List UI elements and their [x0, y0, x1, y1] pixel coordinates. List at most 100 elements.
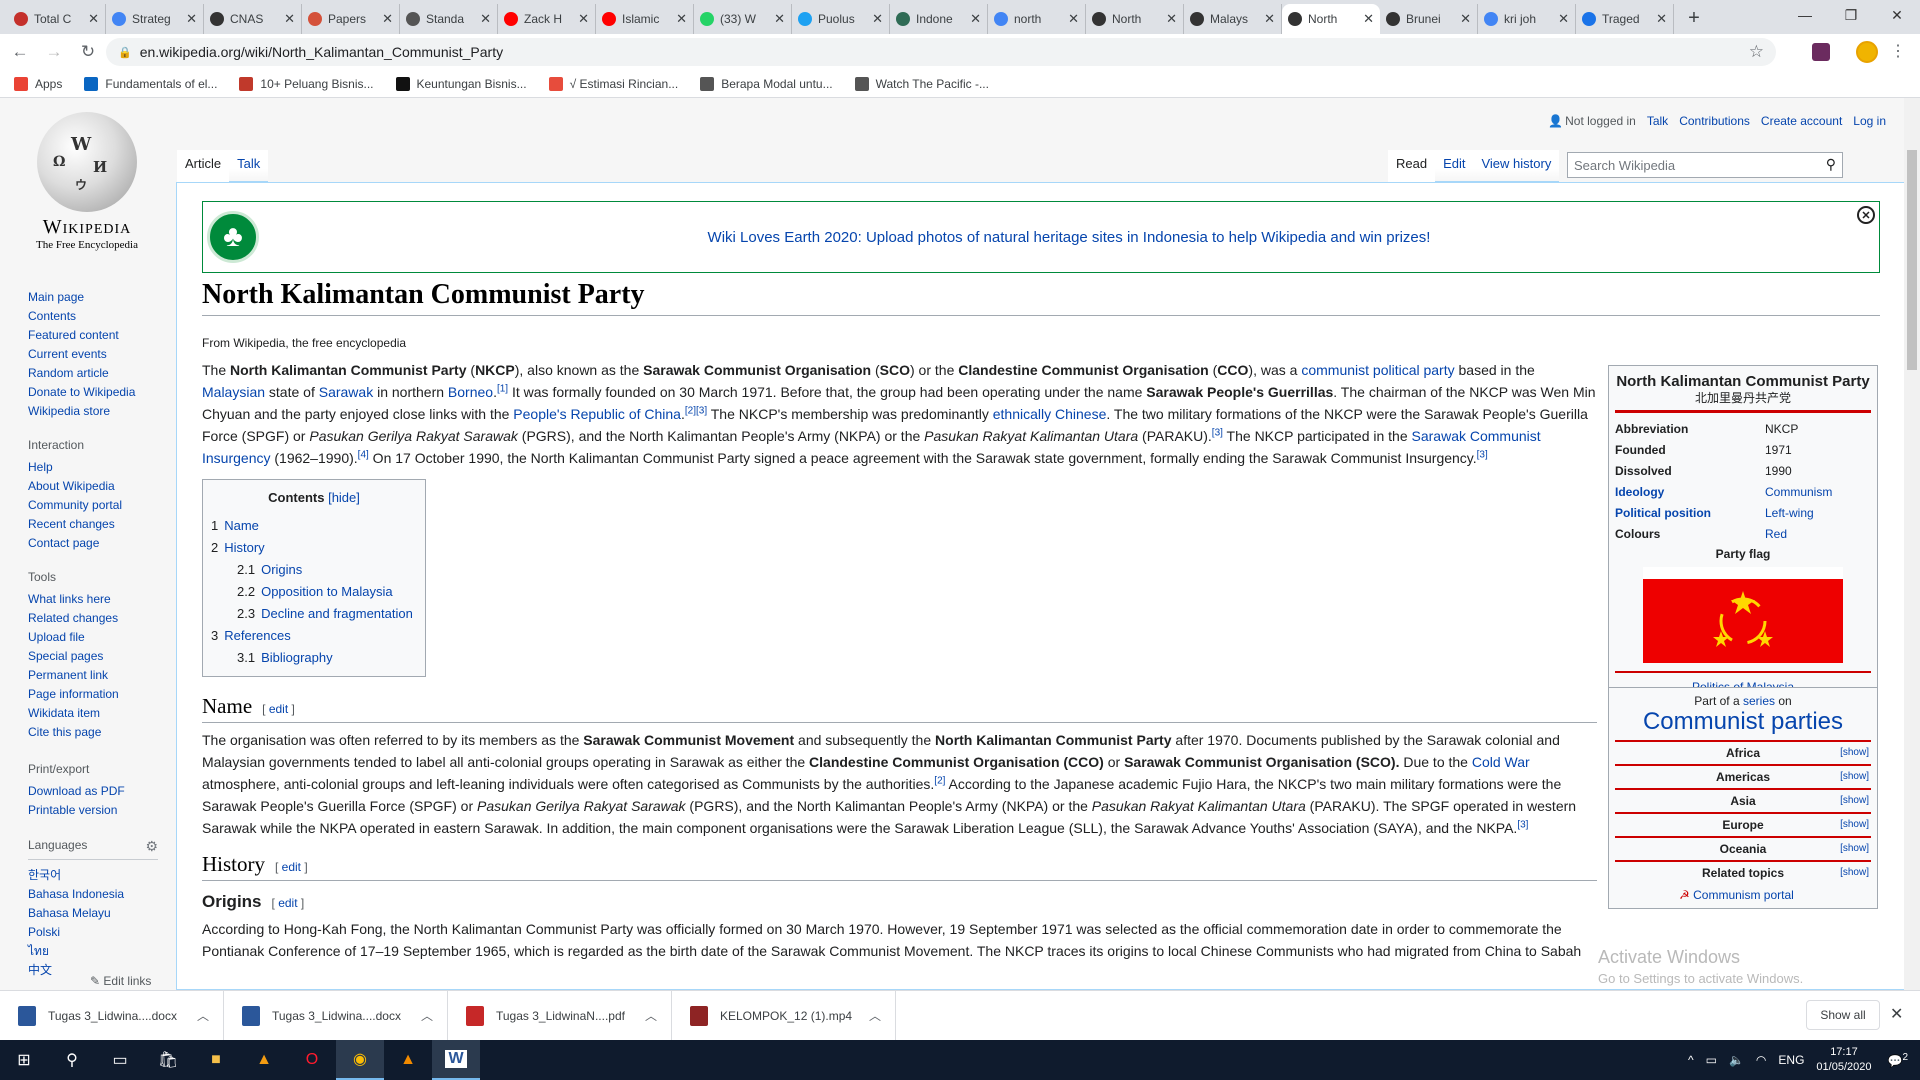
- chevron-up-icon[interactable]: ︿: [869, 1007, 881, 1024]
- tab-close-icon[interactable]: ✕: [774, 11, 785, 27]
- chevron-up-icon[interactable]: ︿: [645, 1007, 657, 1024]
- volume-icon[interactable]: 🔈: [1729, 1053, 1744, 1067]
- browser-tab[interactable]: Brunei ✕: [1380, 4, 1478, 34]
- languages-link[interactable]: Bahasa Indonesia: [28, 885, 178, 904]
- edit-section-origins[interactable]: edit: [278, 896, 297, 910]
- download-item[interactable]: Tugas 3_Lidwina....docx ︿: [0, 990, 224, 1041]
- toc-item[interactable]: 2.1 Origins: [211, 559, 417, 581]
- tab-close-icon[interactable]: ✕: [970, 11, 981, 27]
- close-icon[interactable]: ✕: [1857, 206, 1875, 224]
- wifi-icon[interactable]: ◠: [1756, 1053, 1766, 1067]
- bookmark-item[interactable]: Berapa Modal untu...: [700, 76, 833, 91]
- tab-history[interactable]: View history: [1473, 150, 1560, 182]
- languages-link[interactable]: Polski: [28, 923, 178, 942]
- tab-talk[interactable]: Talk: [229, 150, 269, 182]
- back-button[interactable]: ←: [6, 38, 34, 66]
- nav-link[interactable]: Contents: [28, 307, 178, 326]
- browser-tab[interactable]: CNAS ✕: [204, 4, 302, 34]
- series-link[interactable]: series: [1743, 694, 1775, 708]
- browser-tab[interactable]: Malays ✕: [1184, 4, 1282, 34]
- browser-tab[interactable]: Indone ✕: [890, 4, 988, 34]
- infobox-key[interactable]: Ideology: [1615, 482, 1765, 503]
- tab-close-icon[interactable]: ✕: [284, 11, 295, 27]
- toc-item[interactable]: 1 Name: [211, 515, 417, 537]
- download-item[interactable]: KELOMPOK_12 (1).mp4 ︿: [672, 990, 896, 1041]
- tab-close-icon[interactable]: ✕: [1363, 11, 1374, 27]
- tab-close-icon[interactable]: ✕: [382, 11, 393, 27]
- gear-icon[interactable]: ⚙: [145, 838, 158, 855]
- infobox-value[interactable]: Communism: [1765, 482, 1832, 503]
- print-link[interactable]: Printable version: [28, 801, 178, 820]
- browser-tab[interactable]: North ✕: [1282, 4, 1380, 34]
- tab-edit[interactable]: Edit: [1435, 150, 1474, 182]
- tab-close-icon[interactable]: ✕: [578, 11, 589, 27]
- interaction-link[interactable]: Contact page: [28, 534, 178, 553]
- bookmark-item[interactable]: Watch The Pacific -...: [854, 76, 989, 91]
- print-link[interactable]: Download as PDF: [28, 782, 178, 801]
- bookmark-item[interactable]: Fundamentals of el...: [84, 76, 217, 91]
- series-show-toggle[interactable]: [show]: [1840, 766, 1869, 788]
- browser-tab[interactable]: kri joh ✕: [1478, 4, 1576, 34]
- infobox-value[interactable]: Red: [1765, 524, 1787, 545]
- maximize-button[interactable]: ❐: [1828, 0, 1874, 30]
- search-taskbar-button[interactable]: ⚲: [48, 1040, 96, 1080]
- browser-tab[interactable]: Zack H ✕: [498, 4, 596, 34]
- tools-link[interactable]: What links here: [28, 590, 178, 609]
- browser-tab[interactable]: (33) W ✕: [694, 4, 792, 34]
- tools-link[interactable]: Permanent link: [28, 666, 178, 685]
- search-icon[interactable]: ⚲: [1826, 156, 1836, 173]
- infobox-key[interactable]: Political position: [1615, 503, 1765, 524]
- browser-tab[interactable]: Total C ✕: [8, 4, 106, 34]
- edit-links[interactable]: ✎ Edit links: [90, 974, 151, 988]
- toc-item[interactable]: 2 History: [211, 537, 417, 559]
- minimize-button[interactable]: —: [1782, 0, 1828, 30]
- extension-icon[interactable]: [1812, 43, 1830, 61]
- nav-link[interactable]: Main page: [28, 288, 178, 307]
- languages-link[interactable]: ไทย: [28, 942, 178, 961]
- tab-close-icon[interactable]: ✕: [1656, 11, 1667, 27]
- chrome-app[interactable]: ◉: [336, 1040, 384, 1080]
- nav-link[interactable]: Wikipedia store: [28, 402, 178, 421]
- show-all-downloads-button[interactable]: Show all: [1806, 1000, 1880, 1030]
- nav-link[interactable]: Featured content: [28, 326, 178, 345]
- create-account-link[interactable]: Create account: [1761, 114, 1842, 128]
- series-show-toggle[interactable]: [show]: [1840, 814, 1869, 836]
- file-explorer-app[interactable]: ■: [192, 1040, 240, 1080]
- tab-close-icon[interactable]: ✕: [1166, 11, 1177, 27]
- close-downloads-icon[interactable]: ✕: [1890, 1004, 1903, 1024]
- close-window-button[interactable]: ✕: [1874, 0, 1920, 30]
- battery-icon[interactable]: ▭: [1706, 1053, 1717, 1067]
- communism-portal-link[interactable]: ☭ Communism portal: [1615, 888, 1871, 902]
- chevron-up-icon[interactable]: ︿: [197, 1007, 209, 1024]
- bookmark-item[interactable]: Keuntungan Bisnis...: [395, 76, 527, 91]
- toc-item[interactable]: 2.2 Opposition to Malaysia: [211, 581, 417, 603]
- party-flag[interactable]: [1643, 567, 1843, 663]
- nav-link[interactable]: Current events: [28, 345, 178, 364]
- interaction-link[interactable]: Recent changes: [28, 515, 178, 534]
- tab-close-icon[interactable]: ✕: [1558, 11, 1569, 27]
- tools-link[interactable]: Cite this page: [28, 723, 178, 742]
- clock[interactable]: 17:17 01/05/2020: [1816, 1045, 1871, 1075]
- language-indicator[interactable]: ENG: [1778, 1053, 1804, 1067]
- tab-close-icon[interactable]: ✕: [1460, 11, 1471, 27]
- tab-close-icon[interactable]: ✕: [480, 11, 491, 27]
- bookmark-item[interactable]: 10+ Peluang Bisnis...: [239, 76, 374, 91]
- store-app[interactable]: 🛍: [144, 1040, 192, 1080]
- opera-app[interactable]: O: [288, 1040, 336, 1080]
- tools-link[interactable]: Related changes: [28, 609, 178, 628]
- toc-item[interactable]: 3 References: [211, 625, 417, 647]
- bookmark-star-icon[interactable]: ☆: [1749, 42, 1764, 62]
- browser-tab[interactable]: Traged ✕: [1576, 4, 1674, 34]
- tab-close-icon[interactable]: ✕: [872, 11, 883, 27]
- login-link[interactable]: Log in: [1853, 114, 1886, 128]
- browser-tab[interactable]: Standa ✕: [400, 4, 498, 34]
- tab-read[interactable]: Read: [1388, 150, 1436, 182]
- tools-link[interactable]: Upload file: [28, 628, 178, 647]
- tools-link[interactable]: Page information: [28, 685, 178, 704]
- wikipedia-logo[interactable]: W Ω И ウ Wikipedia The Free Encyclopedia: [22, 112, 152, 251]
- nav-link[interactable]: Random article: [28, 364, 178, 383]
- page-scrollbar[interactable]: [1904, 98, 1920, 990]
- search-input[interactable]: Search Wikipedia ⚲: [1567, 152, 1843, 178]
- vlc-app[interactable]: ▲: [384, 1040, 432, 1080]
- tab-close-icon[interactable]: ✕: [88, 11, 99, 27]
